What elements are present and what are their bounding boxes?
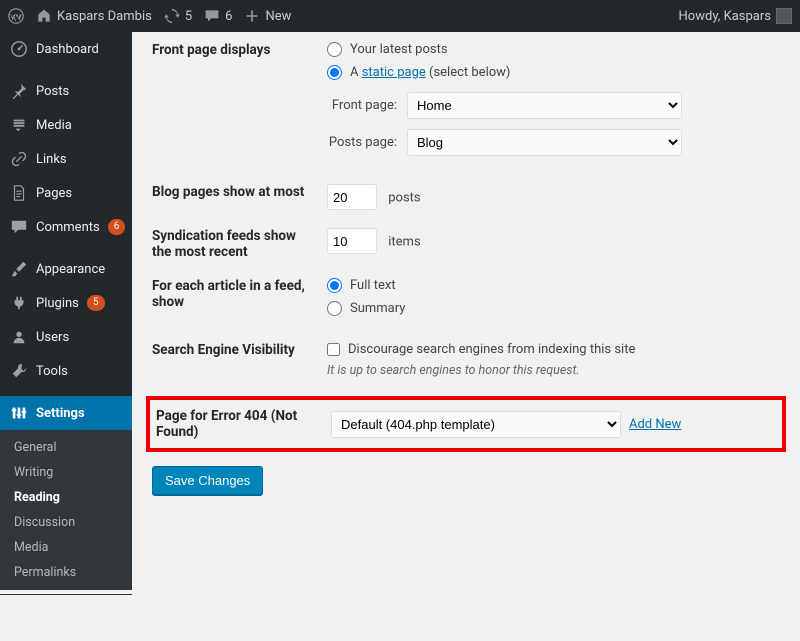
summary-label: Summary <box>350 301 405 316</box>
pages-icon <box>10 184 28 202</box>
error-404-select[interactable]: Default (404.php template) <box>331 411 621 438</box>
search-visibility-label: Search Engine Visibility <box>152 342 327 378</box>
dashboard-icon <box>10 40 28 58</box>
sub-general[interactable]: General <box>0 435 132 460</box>
admin-sidebar: Dashboard Posts Media Links Pages Commen… <box>0 32 132 571</box>
sub-reading[interactable]: Reading <box>0 485 132 510</box>
syndication-input[interactable] <box>327 228 377 254</box>
article-feed-label: For each article in a feed, show <box>152 278 327 324</box>
menu-pages[interactable]: Pages <box>0 176 132 210</box>
content-area: Front page displays Your latest posts A … <box>132 32 800 571</box>
comments-badge: 6 <box>108 219 126 235</box>
front-page-select-label: Front page: <box>327 98 407 113</box>
plugins-badge: 5 <box>87 295 105 311</box>
sub-discussion[interactable]: Discussion <box>0 510 132 535</box>
plug-icon <box>10 294 28 312</box>
static-page-link[interactable]: static page <box>362 65 426 80</box>
blog-pages-label: Blog pages show at most <box>152 184 327 210</box>
avatar <box>776 8 792 24</box>
menu-dashboard[interactable]: Dashboard <box>0 32 132 66</box>
menu-appearance[interactable]: Appearance <box>0 252 132 286</box>
comments-bar[interactable]: 6 <box>204 8 232 24</box>
front-page-displays-label: Front page displays <box>152 42 327 166</box>
menu-links[interactable]: Links <box>0 142 132 176</box>
collapse-menu[interactable]: Collapse menu <box>0 594 132 641</box>
settings-icon <box>10 404 28 422</box>
comments-icon <box>10 218 28 236</box>
site-name[interactable]: Kaspars Dambis <box>36 8 152 24</box>
menu-settings[interactable]: Settings <box>0 396 132 430</box>
honor-description: It is up to search engines to honor this… <box>327 363 780 378</box>
sub-writing[interactable]: Writing <box>0 460 132 485</box>
radio-static-page[interactable] <box>327 65 342 80</box>
pin-icon <box>10 82 28 100</box>
error-404-highlight: Page for Error 404 (Not Found) Default (… <box>146 396 786 452</box>
posts-suffix: posts <box>388 191 420 206</box>
add-new-link[interactable]: Add New <box>629 417 681 432</box>
error-404-label: Page for Error 404 (Not Found) <box>156 408 331 440</box>
syndication-label: Syndication feeds show the most recent <box>152 228 327 260</box>
collapse-icon <box>10 609 28 627</box>
menu-plugins[interactable]: Plugins5 <box>0 286 132 320</box>
menu-users[interactable]: Users <box>0 320 132 354</box>
latest-posts-label: Your latest posts <box>350 42 448 57</box>
posts-page-select[interactable]: Blog <box>407 129 682 156</box>
media-icon <box>10 116 28 134</box>
posts-page-select-label: Posts page: <box>327 135 407 150</box>
wp-logo[interactable] <box>8 8 24 24</box>
howdy[interactable]: Howdy, Kaspars <box>679 8 792 24</box>
menu-tools[interactable]: Tools <box>0 354 132 388</box>
menu-comments[interactable]: Comments6 <box>0 210 132 244</box>
radio-summary[interactable] <box>327 301 342 316</box>
front-page-select[interactable]: Home <box>407 92 682 119</box>
users-icon <box>10 328 28 346</box>
items-suffix: items <box>388 235 420 250</box>
brush-icon <box>10 260 28 278</box>
radio-latest-posts[interactable] <box>327 42 342 57</box>
admin-bar: Kaspars Dambis 5 6 New Howdy, Kaspars <box>0 0 800 32</box>
save-button[interactable]: Save Changes <box>152 466 263 495</box>
updates[interactable]: 5 <box>164 8 192 24</box>
discourage-checkbox[interactable] <box>327 343 340 356</box>
settings-submenu: General Writing Reading Discussion Media… <box>0 430 132 590</box>
link-icon <box>10 150 28 168</box>
menu-posts[interactable]: Posts <box>0 74 132 108</box>
new-content[interactable]: New <box>244 8 291 24</box>
tools-icon <box>10 362 28 380</box>
sub-permalinks[interactable]: Permalinks <box>0 560 132 585</box>
sub-media[interactable]: Media <box>0 535 132 560</box>
blog-pages-input[interactable] <box>327 184 377 210</box>
full-text-label: Full text <box>350 278 396 293</box>
discourage-label: Discourage search engines from indexing … <box>348 342 635 357</box>
menu-media[interactable]: Media <box>0 108 132 142</box>
radio-full-text[interactable] <box>327 278 342 293</box>
